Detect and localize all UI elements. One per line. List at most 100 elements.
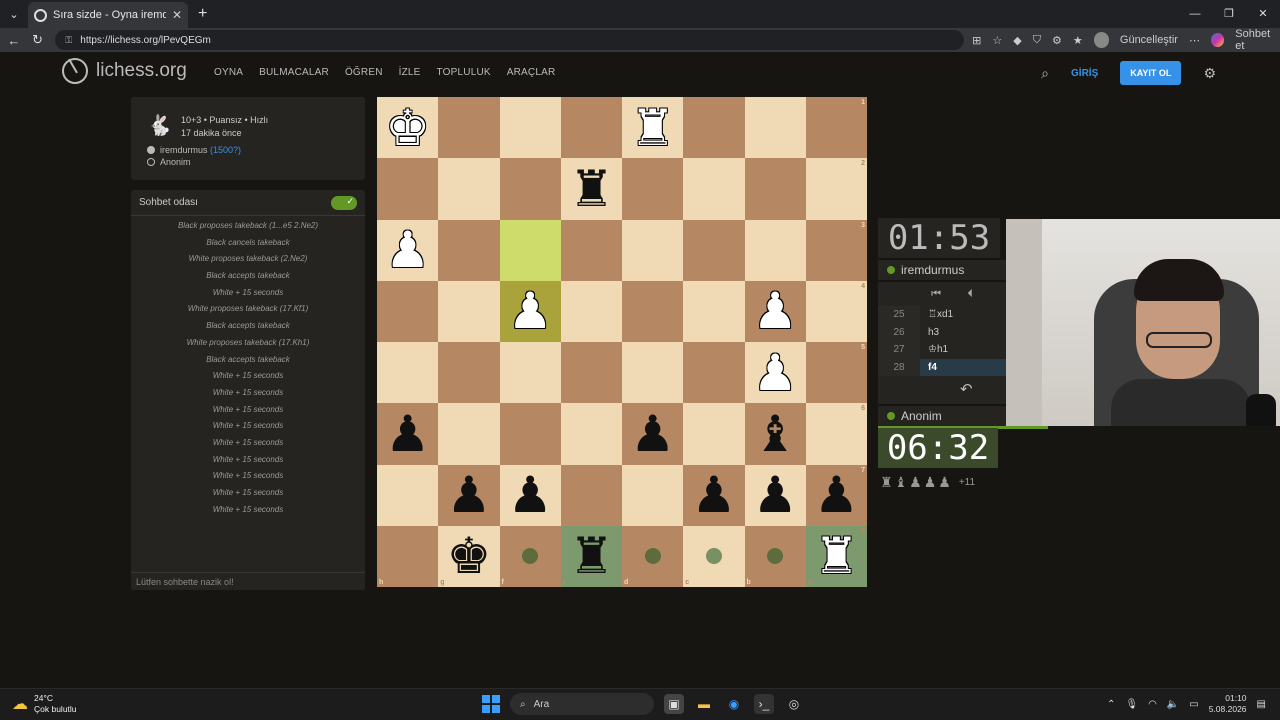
site-info-icon[interactable]: ⚿ [65,35,72,46]
restore-icon[interactable]: ❐ [1212,0,1246,28]
square-a5[interactable]: 5 [805,342,867,404]
white-king-icon[interactable]: ♚ [385,103,430,153]
square-b3[interactable] [744,219,806,281]
square-h6[interactable]: ♟ [377,403,439,465]
square-g6[interactable] [438,403,500,465]
minimize-icon[interactable]: — [1178,0,1212,28]
square-c1[interactable] [683,97,745,159]
square-d1[interactable]: ♜ [622,97,684,159]
square-e4[interactable] [560,280,622,342]
close-window-icon[interactable]: ✕ [1246,0,1280,28]
square-b8[interactable]: b [744,525,806,587]
chess-board[interactable]: ♚ ♜ 1 ♜ 2 ♟ 3 ♟ ♟ 4 ♟ 5 ♟ ♟ ♝ 6 ♟ ♟ ♟ ♟ ♟ 7 h ♚ g f ♜ e d c b ♜ 8 a [377,97,867,587]
white-pawn-icon[interactable]: ♟ [385,225,430,275]
white-pawn-icon[interactable]: ♟ [753,286,798,336]
black-pawn-icon[interactable]: ♟ [630,409,675,459]
signup-button[interactable]: KAYIT OL [1120,61,1182,85]
menu-item-play[interactable]: OYNA [214,67,243,78]
takeback-icon[interactable]: ↶ [960,380,973,398]
square-f4[interactable]: ♟ [499,280,561,342]
white-rook-icon[interactable]: ♜ [814,531,859,581]
black-rook-icon[interactable]: ♜ [569,164,614,214]
square-h7[interactable] [377,464,439,526]
square-b1[interactable] [744,97,806,159]
square-g2[interactable] [438,158,500,220]
square-f1[interactable] [499,97,561,159]
square-g3[interactable] [438,219,500,281]
favorites-icon[interactable]: ★ [1073,34,1083,47]
square-e5[interactable] [560,342,622,404]
battery-icon[interactable]: ▭ [1189,699,1198,710]
tab-list-icon[interactable]: ⌄ [0,0,28,28]
search-icon[interactable]: ⌕ [1041,65,1049,82]
chat-button[interactable]: Sohbet et [1235,28,1280,52]
terminal-icon[interactable]: ›_ [754,694,774,714]
square-e3[interactable] [560,219,622,281]
shield-icon[interactable]: ⛉ [1033,34,1041,47]
move-san[interactable]: ♔h1 [920,341,1006,359]
black-pawn-icon[interactable]: ♟ [753,470,798,520]
square-b4[interactable]: ♟ [744,280,806,342]
square-e7[interactable] [560,464,622,526]
square-c4[interactable] [683,280,745,342]
move-hint-dot[interactable] [522,548,539,565]
square-a6[interactable]: 6 [805,403,867,465]
browser-tab[interactable]: Sıra sizde - Oyna iremdurmus • lic ✕ [28,2,188,28]
square-c5[interactable] [683,342,745,404]
taskbar-search[interactable]: ⌕ Ara [510,693,654,715]
split-screen-icon[interactable]: ⊞ [972,34,981,47]
more-icon[interactable]: ⋯ [1189,34,1200,47]
square-e2[interactable]: ♜ [560,158,622,220]
square-g7[interactable]: ♟ [438,464,500,526]
square-h1[interactable]: ♚ [377,97,439,159]
volume-icon[interactable]: 🔈 [1167,699,1179,710]
square-h3[interactable]: ♟ [377,219,439,281]
move-san[interactable]: ♖xd1 [920,306,1006,324]
square-f8[interactable]: f [499,525,561,587]
square-a2[interactable]: 2 [805,158,867,220]
black-pawn-icon[interactable]: ♟ [508,470,553,520]
notification-icon[interactable]: ▤ [1257,699,1266,710]
square-c3[interactable] [683,219,745,281]
square-a7[interactable]: ♟ 7 [805,464,867,526]
square-e8[interactable]: ♜ e [560,525,622,587]
square-c7[interactable]: ♟ [683,464,745,526]
menu-item-tools[interactable]: ARAÇLAR [507,67,556,78]
opponent-name[interactable]: iremdurmus [901,263,964,277]
copilot-icon[interactable] [1210,33,1225,47]
square-h8[interactable]: h [377,525,439,587]
square-d4[interactable] [622,280,684,342]
square-a4[interactable]: 4 [805,280,867,342]
windows-start-icon[interactable] [482,695,500,713]
square-d8[interactable]: d [622,525,684,587]
square-f5[interactable] [499,342,561,404]
square-g8[interactable]: ♚ g [438,525,500,587]
black-pawn-icon[interactable]: ♟ [446,470,491,520]
menu-item-puzzles[interactable]: BULMACALAR [259,67,329,78]
black-pawn-icon[interactable]: ♟ [385,409,430,459]
update-button[interactable]: Güncelleştir [1120,34,1178,46]
microphone-icon[interactable]: 🎙 [1125,699,1138,710]
square-g1[interactable] [438,97,500,159]
black-bishop-icon[interactable]: ♝ [753,409,798,459]
square-b5[interactable]: ♟ [744,342,806,404]
close-tab-icon[interactable]: ✕ [172,8,182,22]
square-d2[interactable] [622,158,684,220]
gear-icon[interactable]: ⚙ [1203,65,1216,82]
white-pawn-icon[interactable]: ♟ [508,286,553,336]
black-pawn-icon[interactable]: ♟ [814,470,859,520]
white-pawn-icon[interactable]: ♟ [753,348,798,398]
task-view-icon[interactable]: ▣ [664,694,684,714]
square-d5[interactable] [622,342,684,404]
recording-app-icon[interactable]: ◎ [784,694,804,714]
wifi-icon[interactable]: ◠ [1148,699,1157,710]
square-b7[interactable]: ♟ [744,464,806,526]
tray-expand-icon[interactable]: ⌃ [1107,699,1115,710]
square-c2[interactable] [683,158,745,220]
move-san[interactable]: f4 [920,358,1006,376]
first-move-icon[interactable]: ⏮ [931,288,941,301]
file-explorer-icon[interactable]: ▬ [694,694,714,714]
square-d6[interactable]: ♟ [622,403,684,465]
square-h4[interactable] [377,280,439,342]
prev-move-icon[interactable]: ⏴ [967,288,973,301]
